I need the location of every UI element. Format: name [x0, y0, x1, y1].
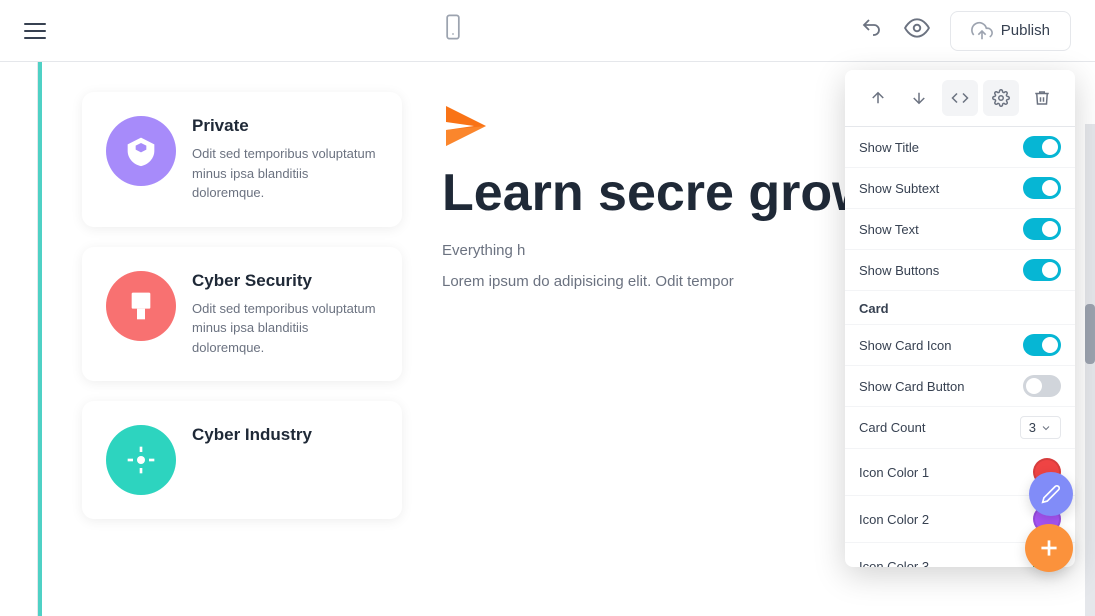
card-icon-cyber-security: [106, 271, 176, 341]
left-sidebar-strip: [0, 62, 38, 616]
publish-button[interactable]: Publish: [950, 11, 1071, 51]
show-subtext-label: Show Subtext: [859, 181, 939, 196]
code-button[interactable]: [942, 80, 978, 116]
setting-show-text: Show Text: [845, 209, 1075, 250]
fab-add-button[interactable]: [1025, 524, 1073, 572]
show-buttons-toggle[interactable]: [1023, 259, 1061, 281]
move-up-button[interactable]: [860, 80, 896, 116]
card-title-private: Private: [192, 116, 378, 136]
scrollbar[interactable]: [1085, 124, 1095, 616]
card-icon-private: [106, 116, 176, 186]
scrollbar-thumb[interactable]: [1085, 304, 1095, 364]
fab-pencil-button[interactable]: [1029, 472, 1073, 516]
icon-color-1-label: Icon Color 1: [859, 465, 929, 480]
card-icon-cyber-industry: [106, 425, 176, 495]
show-subtext-toggle[interactable]: [1023, 177, 1061, 199]
card-body-private: Private Odit sed temporibus voluptatum m…: [192, 116, 378, 203]
setting-card-count: Card Count 3: [845, 407, 1075, 449]
eye-icon[interactable]: [904, 15, 930, 47]
delete-button[interactable]: [1024, 80, 1060, 116]
setting-show-card-icon: Show Card Icon: [845, 325, 1075, 366]
card-body-cyber-industry: Cyber Industry: [192, 425, 378, 453]
show-title-label: Show Title: [859, 140, 919, 155]
show-title-toggle[interactable]: [1023, 136, 1061, 158]
phone-icon: [439, 13, 467, 48]
move-down-button[interactable]: [901, 80, 937, 116]
show-card-button-label: Show Card Button: [859, 379, 965, 394]
icon-color-3-label: Icon Color 3: [859, 559, 929, 568]
setting-show-card-button: Show Card Button: [845, 366, 1075, 407]
show-card-button-toggle[interactable]: [1023, 375, 1061, 397]
show-text-label: Show Text: [859, 222, 919, 237]
show-card-icon-toggle[interactable]: [1023, 334, 1061, 356]
icon-color-2-label: Icon Color 2: [859, 512, 929, 527]
topbar-right: Publish: [860, 11, 1071, 51]
gear-button[interactable]: [983, 80, 1019, 116]
back-icon[interactable]: [860, 16, 884, 46]
panel-toolbar: [845, 70, 1075, 127]
card-cyber-security: Cyber Security Odit sed temporibus volup…: [82, 247, 402, 382]
show-text-toggle[interactable]: [1023, 218, 1061, 240]
card-private: Private Odit sed temporibus voluptatum m…: [82, 92, 402, 227]
topbar: Publish: [0, 0, 1095, 62]
card-section-label: Card: [845, 291, 1075, 325]
card-title-cyber-industry: Cyber Industry: [192, 425, 378, 445]
card-text-cyber-security: Odit sed temporibus voluptatum minus ips…: [192, 299, 378, 358]
show-card-icon-label: Show Card Icon: [859, 338, 952, 353]
card-count-value: 3: [1029, 420, 1036, 435]
topbar-left: [24, 23, 46, 39]
setting-show-title: Show Title: [845, 127, 1075, 168]
card-body-cyber-security: Cyber Security Odit sed temporibus volup…: [192, 271, 378, 358]
card-text-private: Odit sed temporibus voluptatum minus ips…: [192, 144, 378, 203]
setting-show-subtext: Show Subtext: [845, 168, 1075, 209]
card-title-cyber-security: Cyber Security: [192, 271, 378, 291]
topbar-center: [439, 13, 467, 48]
cards-column: Private Odit sed temporibus voluptatum m…: [82, 92, 402, 586]
hamburger-icon[interactable]: [24, 23, 46, 39]
setting-show-buttons: Show Buttons: [845, 250, 1075, 291]
card-count-label: Card Count: [859, 420, 925, 435]
card-count-select[interactable]: 3: [1020, 416, 1061, 439]
card-cyber-industry: Cyber Industry: [82, 401, 402, 519]
show-buttons-label: Show Buttons: [859, 263, 939, 278]
